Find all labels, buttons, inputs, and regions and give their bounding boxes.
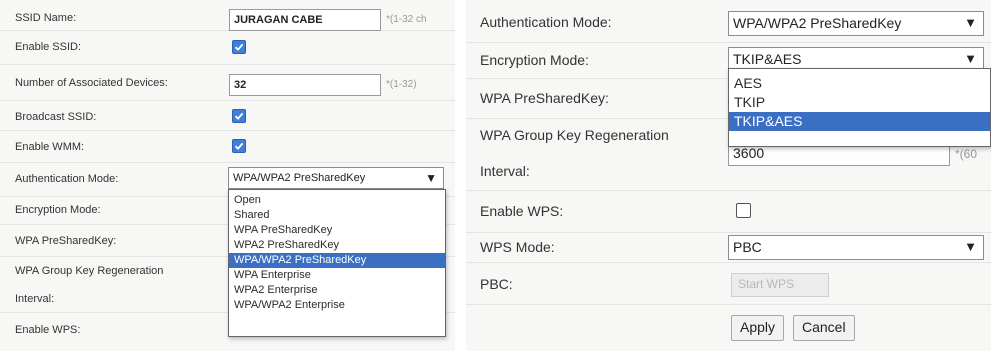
auth-mode-option[interactable]: WPA/WPA2 Enterprise bbox=[229, 298, 445, 313]
enable-ssid-checkbox[interactable] bbox=[232, 40, 246, 54]
auth-mode-option[interactable]: Shared bbox=[229, 208, 445, 223]
row-enable-wmm: Enable WMM: bbox=[0, 130, 455, 163]
cancel-button[interactable]: Cancel bbox=[793, 315, 855, 341]
broadcast-ssid-checkbox[interactable] bbox=[232, 109, 246, 123]
start-wps-button[interactable]: Start WPS bbox=[731, 273, 829, 297]
wps-mode-label: WPS Mode: bbox=[480, 239, 555, 255]
chevron-down-icon: ▼ bbox=[964, 239, 977, 254]
checkmark-icon bbox=[234, 142, 244, 150]
auth-mode-option[interactable]: WPA Enterprise bbox=[229, 268, 445, 283]
encryption-mode-dropdown: AES TKIP TKIP&AES bbox=[728, 68, 991, 147]
auth-mode-dropdown: Open Shared WPA PreSharedKey WPA2 PreShared… bbox=[228, 189, 446, 337]
interval-label: Interval: bbox=[15, 293, 55, 305]
auth-mode-option[interactable]: WPA PreSharedKey bbox=[229, 223, 445, 238]
wps-mode-select[interactable]: PBC ▼ bbox=[728, 235, 984, 260]
ssid-name-hint: *(1-32 ch bbox=[386, 14, 427, 25]
assoc-devices-hint: *(1-32) bbox=[386, 79, 417, 90]
interval-hint: *(60 bbox=[955, 147, 978, 161]
auth-mode-option[interactable]: WPA2 Enterprise bbox=[229, 283, 445, 298]
pbc-label: PBC: bbox=[480, 276, 513, 292]
enable-wps-label: Enable WPS: bbox=[480, 203, 564, 219]
wpa-psk-label: WPA PreSharedKey: bbox=[480, 90, 609, 106]
right-settings-panel: Authentication Mode: WPA/WPA2 PreSharedK… bbox=[466, 0, 991, 351]
assoc-devices-label: Number of Associated Devices: bbox=[15, 77, 168, 89]
row-ssid-name: SSID Name: JURAGAN CABE *(1-32 ch bbox=[0, 0, 455, 31]
wpa-psk-label: WPA PreSharedKey: bbox=[15, 235, 117, 247]
ssid-name-input[interactable]: JURAGAN CABE bbox=[229, 9, 381, 31]
encryption-mode-label: Encryption Mode: bbox=[15, 204, 101, 216]
apply-button[interactable]: Apply bbox=[731, 315, 785, 341]
wpa-group-key-label: WPA Group Key Regeneration bbox=[480, 127, 669, 143]
ssid-name-label: SSID Name: bbox=[15, 12, 77, 24]
auth-mode-select[interactable]: WPA/WPA2 PreSharedKey ▼ bbox=[228, 167, 444, 189]
auth-mode-label: Authentication Mode: bbox=[15, 173, 119, 185]
row-wps-mode: WPS Mode: PBC ▼ bbox=[466, 232, 991, 263]
encryption-mode-option[interactable]: TKIP&AES bbox=[729, 112, 990, 131]
encryption-mode-label: Encryption Mode: bbox=[480, 52, 589, 68]
encryption-mode-selected: TKIP&AES bbox=[733, 51, 802, 67]
row-actions: Apply Cancel bbox=[466, 304, 991, 351]
row-broadcast-ssid: Broadcast SSID: bbox=[0, 100, 455, 131]
panel-divider bbox=[455, 0, 466, 351]
encryption-mode-option[interactable]: TKIP bbox=[729, 93, 990, 112]
wpa-group-key-label: WPA Group Key Regeneration bbox=[15, 265, 164, 277]
auth-mode-selected: WPA/WPA2 PreSharedKey bbox=[233, 172, 366, 184]
chevron-down-icon: ▼ bbox=[964, 15, 977, 30]
chevron-down-icon: ▼ bbox=[425, 171, 437, 185]
encryption-options-list: AES TKIP TKIP&AES bbox=[729, 74, 990, 131]
row-associated-devices: Number of Associated Devices: 32 *(1-32) bbox=[0, 64, 455, 101]
auth-mode-option[interactable]: WPA2 PreSharedKey bbox=[229, 238, 445, 253]
row-pbc: PBC: Start WPS bbox=[466, 262, 991, 305]
row-enable-wps-right: Enable WPS: bbox=[466, 190, 991, 233]
auth-mode-select[interactable]: WPA/WPA2 PreSharedKey ▼ bbox=[728, 11, 984, 36]
row-enable-ssid: Enable SSID: bbox=[0, 30, 455, 65]
enable-wmm-checkbox[interactable] bbox=[232, 139, 246, 153]
encryption-mode-option[interactable]: AES bbox=[729, 74, 990, 93]
wps-mode-selected: PBC bbox=[733, 239, 762, 255]
auth-mode-option[interactable]: WPA/WPA2 PreSharedKey bbox=[229, 253, 445, 268]
checkmark-icon bbox=[234, 43, 244, 51]
enable-wps-checkbox[interactable] bbox=[736, 203, 751, 218]
row-auth-mode-right: Authentication Mode: WPA/WPA2 PreSharedK… bbox=[466, 0, 991, 43]
enable-ssid-label: Enable SSID: bbox=[15, 41, 82, 53]
auth-mode-selected: WPA/WPA2 PreSharedKey bbox=[733, 15, 902, 31]
left-settings-panel: SSID Name: JURAGAN CABE *(1-32 ch Enable… bbox=[0, 0, 455, 351]
enable-wps-label: Enable WPS: bbox=[15, 324, 81, 336]
chevron-down-icon: ▼ bbox=[964, 51, 977, 66]
auth-options-list: Open Shared WPA PreSharedKey WPA2 PreShared… bbox=[229, 193, 445, 313]
enable-wmm-label: Enable WMM: bbox=[15, 141, 85, 153]
interval-label: Interval: bbox=[480, 163, 530, 179]
checkmark-icon bbox=[234, 112, 244, 120]
assoc-devices-input[interactable]: 32 bbox=[229, 74, 381, 96]
auth-mode-label: Authentication Mode: bbox=[480, 14, 612, 30]
broadcast-ssid-label: Broadcast SSID: bbox=[15, 111, 97, 123]
auth-mode-option[interactable]: Open bbox=[229, 193, 445, 208]
